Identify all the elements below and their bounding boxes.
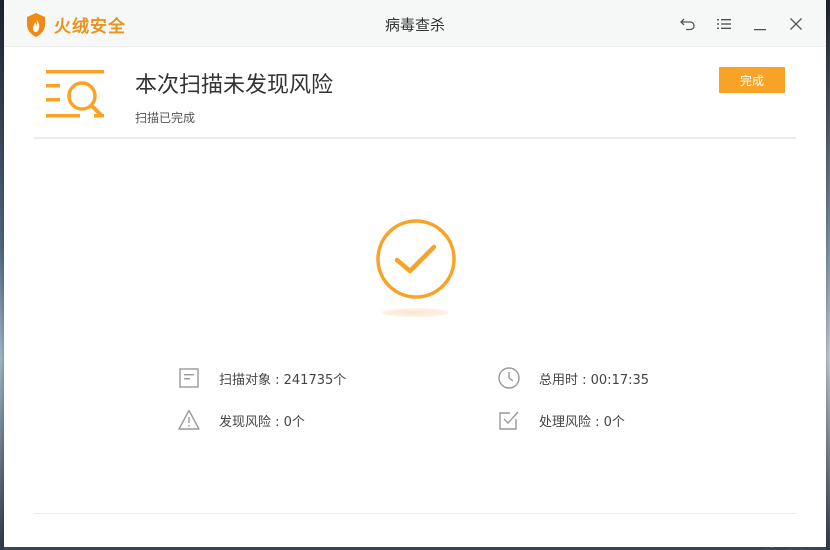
stat-risks-handled: 处理风险 : 0个 (497, 408, 625, 432)
stat-risks-handled-text: 处理风险 : 0个 (539, 414, 625, 430)
close-button[interactable] (778, 14, 814, 34)
close-icon (790, 18, 802, 30)
back-icon (680, 18, 695, 31)
clock-icon (498, 367, 520, 389)
result-title: 本次扫描未发现风险 (135, 73, 334, 98)
stat-total-time: 总用时 : 00:17:35 (497, 366, 649, 390)
minimize-button[interactable] (742, 14, 778, 34)
scan-result-window: 火绒安全 病毒查杀 本次扫描未发现风险 扫描已完成 完成 扫描对象: 2417… (4, 0, 826, 547)
desktop-background-right (826, 0, 830, 550)
footer-divider (34, 513, 796, 514)
stat-scanned-objects-text: 扫描对象 : 241735个 (219, 372, 347, 388)
header-divider (34, 137, 796, 139)
check-shadow (381, 308, 449, 317)
back-button[interactable] (670, 14, 706, 34)
warning-icon (178, 409, 200, 430)
done-button[interactable]: 完成 (719, 67, 785, 93)
menu-icon (717, 19, 731, 29)
window-controls (670, 14, 814, 34)
result-subtitle: 扫描已完成 (135, 111, 196, 125)
scan-list-icon (46, 70, 104, 118)
stat-risks-found-text: 发现风险 : 0个 (219, 414, 305, 430)
checkbox-icon (499, 411, 519, 430)
title-bar[interactable]: 火绒安全 病毒查杀 (4, 0, 826, 47)
minimize-icon (754, 29, 766, 31)
check-circle-icon (376, 219, 456, 299)
stat-total-time-text: 总用时 : 00:17:35 (539, 372, 650, 388)
document-icon (179, 368, 199, 388)
menu-button[interactable] (706, 14, 742, 34)
stat-risks-found: 发现风险 : 0个 (177, 408, 305, 432)
stat-scanned-objects: 扫描对象 : 241735个 (177, 366, 346, 390)
